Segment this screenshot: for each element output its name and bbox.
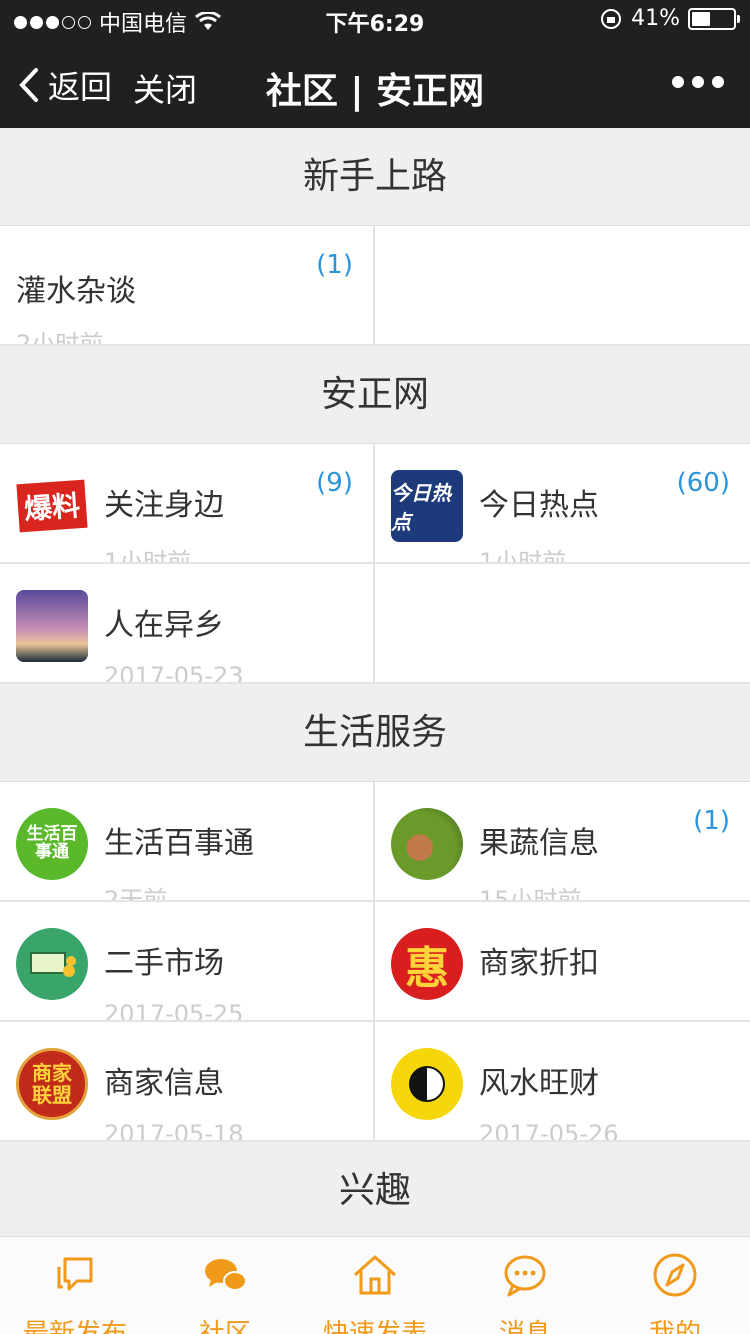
tab-label: 我的: [648, 1319, 701, 1334]
rotation-lock-icon: [601, 8, 622, 29]
forum-time: 2017-05-25: [104, 1000, 244, 1022]
page-title: 社区 | 安正网: [265, 71, 485, 112]
tab-mine[interactable]: 我的: [600, 1237, 750, 1334]
forum-item-guoshu[interactable]: 果蔬信息 (1) 15小时前: [375, 782, 750, 902]
forum-time: 1小时前: [479, 548, 567, 564]
money-icon: [16, 928, 88, 1000]
section-header: 安正网: [0, 346, 750, 444]
tab-quick-post[interactable]: 快速发表: [300, 1237, 450, 1334]
more-icon[interactable]: [672, 76, 724, 88]
compass-icon: [653, 1253, 697, 1297]
forum-item-zhekou[interactable]: 惠 商家折扣: [375, 902, 750, 1022]
forum-name: 灌水杂谈: [16, 274, 136, 309]
tab-messages[interactable]: 消息: [450, 1237, 600, 1334]
forum-time: 2017-05-23: [104, 662, 244, 684]
forum-time: 2小时前: [16, 330, 104, 346]
forum-name: 风水旺财: [479, 1066, 599, 1101]
tab-latest[interactable]: 最新发布: [0, 1237, 150, 1334]
merchant-alliance-icon: 商家联盟: [16, 1048, 88, 1120]
tab-community[interactable]: 社区: [150, 1237, 300, 1334]
forum-time: 2017-05-26: [479, 1120, 619, 1142]
tab-label: 消息: [498, 1319, 551, 1334]
yin-yang-icon: [391, 1048, 463, 1120]
forum-list[interactable]: 新手上路 灌水杂谈 (1) 2小时前 安正网 爆料 关注身边 (9) 1小时前 …: [0, 128, 750, 1236]
nav-bar: 返回 关闭 社区 | 安正网: [0, 40, 750, 128]
battery-icon: [688, 7, 740, 30]
forum-item-guanzhu[interactable]: 爆料 关注身边 (9) 1小时前: [0, 444, 375, 564]
baoliao-icon: 爆料: [16, 470, 88, 542]
forum-item-baishitong[interactable]: 生活百事通 生活百事通 2天前: [0, 782, 375, 902]
forum-name: 果蔬信息: [479, 826, 599, 861]
forum-name: 二手市场: [104, 946, 224, 981]
top-bar: 中国电信 下午6:29 41% 返回 关闭 社区 | 安正网: [0, 0, 750, 128]
battery-percent: 41%: [631, 6, 680, 31]
empty-cell: [375, 226, 750, 346]
forum-time: 2017-05-18: [104, 1120, 244, 1142]
tab-bar: 最新发布 社区 快速发表 消息 我的: [0, 1236, 750, 1334]
forum-item-fengshui[interactable]: 风水旺财 2017-05-26: [375, 1022, 750, 1142]
home-icon: [353, 1255, 397, 1295]
forum-item-guanshui[interactable]: 灌水杂谈 (1) 2小时前: [0, 226, 375, 346]
message-icon: [504, 1255, 546, 1297]
section-header: 生活服务: [0, 684, 750, 782]
forum-item-ershou[interactable]: 二手市场 2017-05-25: [0, 902, 375, 1022]
landscape-photo-icon: [16, 590, 88, 662]
section-header: 兴趣: [0, 1142, 750, 1236]
tab-label: 快速发表: [322, 1319, 427, 1334]
forum-name: 今日热点: [479, 488, 599, 523]
forum-name: 生活百事通: [104, 826, 254, 861]
comment-icon: [57, 1257, 93, 1291]
forum-time: 15小时前: [479, 886, 582, 902]
forum-count: (1): [316, 250, 353, 280]
jinri-redian-icon: 今日热点: [391, 470, 463, 542]
status-bar: 中国电信 下午6:29 41%: [0, 0, 750, 40]
fruit-icon: [391, 808, 463, 880]
forum-count: (60): [676, 468, 730, 498]
tab-label: 最新发布: [22, 1319, 127, 1334]
forum-count: (9): [316, 468, 353, 498]
forum-time: 2天前: [104, 886, 168, 902]
forum-name: 人在异乡: [104, 608, 224, 643]
forum-count: (1): [693, 806, 730, 836]
section-header: 新手上路: [0, 128, 750, 226]
forum-item-jinri[interactable]: 今日热点 今日热点 (60) 1小时前: [375, 444, 750, 564]
forum-name: 商家信息: [104, 1066, 224, 1101]
hui-icon: 惠: [391, 928, 463, 1000]
forum-time: 1小时前: [104, 548, 192, 564]
forum-name: 商家折扣: [479, 946, 599, 981]
forum-item-yixiang[interactable]: 人在异乡 2017-05-23: [0, 564, 375, 684]
life-service-icon: 生活百事通: [16, 808, 88, 880]
chat-bubbles-icon: [205, 1259, 247, 1291]
forum-item-shangjia[interactable]: 商家联盟 商家信息 2017-05-18: [0, 1022, 375, 1142]
tab-label: 社区: [198, 1319, 251, 1334]
empty-cell: [375, 564, 750, 684]
forum-name: 关注身边: [104, 488, 224, 523]
